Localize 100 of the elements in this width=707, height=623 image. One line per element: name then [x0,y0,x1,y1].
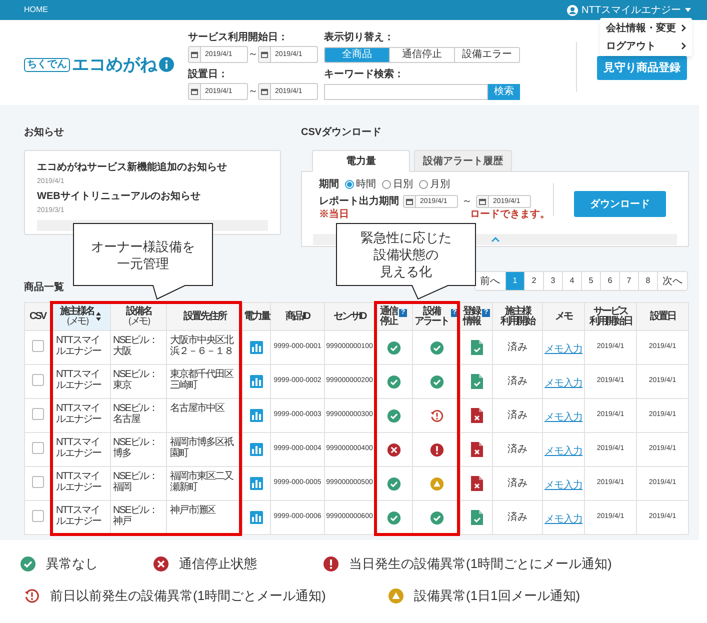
field-label: 期間 [319,178,339,192]
row-checkbox[interactable] [32,340,44,352]
calendar-icon [261,51,268,58]
callout-text: 緊急性に応じた [360,229,452,246]
row-checkbox[interactable] [32,510,44,522]
check-circle-icon [430,374,444,388]
power-chart-button[interactable] [250,476,263,490]
power-chart-button[interactable] [250,408,263,422]
field-label: 表示切り替え： [324,32,395,44]
table-cell: 済み [492,500,542,534]
field-label: 設置日： [188,69,229,81]
exclamation-circle-icon [430,442,444,456]
user-avatar-icon [566,4,578,16]
tab[interactable]: 電力量 [312,150,410,172]
callout-text: オーナー様設備を [91,238,195,254]
power-chart-button[interactable] [250,374,263,388]
period-radio[interactable]: 日別 [382,176,413,192]
column-note: （メモ） [61,316,93,326]
document-check-icon [470,374,482,389]
check-circle-icon [386,510,400,524]
table-cell: NTTスマイルエナジー [50,330,110,364]
menu-item[interactable]: ログアウト [606,38,656,54]
caret-icon [685,8,691,12]
column-header: 利用開始 [500,316,534,326]
column-header: 設置日 [650,312,676,322]
next-page-button[interactable]: 次へ [657,272,687,290]
document-x-icon [470,442,482,457]
period-radio[interactable]: 時間 [345,176,376,192]
chevron-up-icon [490,236,500,244]
column-header: 情報 [463,316,480,326]
legend-label: 通信停止状態 [179,555,257,574]
table-cell: 大阪市中央区北浜２－６－１８ [166,330,242,364]
column-header: センサID [333,312,366,322]
exclamation-circle-icon [323,556,339,572]
check-circle-icon [386,408,400,422]
period-radio[interactable]: 月別 [419,176,450,192]
column-header: 停止 [380,316,397,326]
table-cell: 東京都千代田区三崎町 [166,364,242,398]
view-toggle-option[interactable]: 設備エラー [454,48,519,62]
home-link[interactable]: HOME [24,4,48,16]
check-circle-icon [386,340,400,354]
row-checkbox[interactable] [32,442,44,454]
notice-link[interactable]: WEBサイトリニューアルのお知らせ [37,191,268,203]
document-x-icon [470,408,482,423]
triangle-circle-icon [430,476,444,490]
column-header: 設備名 [126,306,152,316]
table-cell: 名古屋市中区 [166,398,242,432]
power-chart-button[interactable] [250,510,263,524]
logo-badge: ちくでん [24,58,70,72]
range-separator: ～ [248,48,258,62]
calendar-icon [191,51,198,58]
search-field[interactable] [324,84,488,100]
section-title: お知らせ [24,126,65,140]
field-label: サービス利用開始日： [188,32,289,44]
table-cell: 済み [492,364,542,398]
calendar-icon [479,198,486,204]
callout-text: 一元管理 [117,254,169,272]
row-checkbox[interactable] [32,408,44,420]
column-header: 商品ID [286,312,310,322]
tab[interactable]: 設備アラート履歴 [414,150,512,172]
x-circle-icon [153,556,169,572]
prev-page-button[interactable]: 前へ [475,272,505,290]
table-cell: NSEビル：名古屋 [110,398,166,432]
column-header: アラート [414,316,448,326]
check-circle-icon [386,374,400,388]
power-chart-button[interactable] [250,442,263,456]
table-cell: 福岡市東区二又瀬新町 [166,466,242,500]
document-check-icon [470,510,482,525]
check-circle-icon [386,476,400,490]
table-cell: NSEビル：福岡 [110,466,166,500]
table-cell: NTTスマイルエナジー [50,364,110,398]
calendar-icon [406,198,413,204]
user-menu-toggle[interactable]: NTTスマイルエナジー [582,2,681,18]
section-title: 商品一覧 [24,281,64,295]
table-cell: NTTスマイルエナジー [50,432,110,466]
document-check-icon [470,340,482,355]
menu-item[interactable]: 会社情報・変更 [606,20,676,36]
table-cell: 福岡市博多区祇園町 [166,432,242,466]
range-separator: ～ [462,194,472,208]
power-chart-button[interactable] [250,340,263,354]
column-header: CSV [29,312,46,322]
table-cell: NTTスマイルエナジー [50,398,110,432]
field-label: レポート出力期間 [319,194,399,208]
table-cell: 済み [492,466,542,500]
column-header: 施主様名 [60,306,94,316]
chevron-right-icon [680,42,686,50]
info-icon[interactable] [159,57,174,72]
row-checkbox[interactable] [32,476,44,488]
range-separator: ～ [248,85,258,99]
table-cell: NSEビル：博多 [110,432,166,466]
column-header: サービス [594,306,628,316]
table-cell: NTTスマイルエナジー [50,466,110,500]
check-circle-icon [430,510,444,524]
x-circle-icon [386,442,400,456]
column-note: （メモ） [122,316,154,326]
calendar-icon [191,88,198,95]
notice-link[interactable]: エコめがねサービス新機能追加のお知らせ [37,162,268,174]
legend-label: 当日発生の設備異常(1時間ごとにメール通知) [349,555,612,574]
row-checkbox[interactable] [32,374,44,386]
field-label: キーワード検索： [324,69,405,81]
